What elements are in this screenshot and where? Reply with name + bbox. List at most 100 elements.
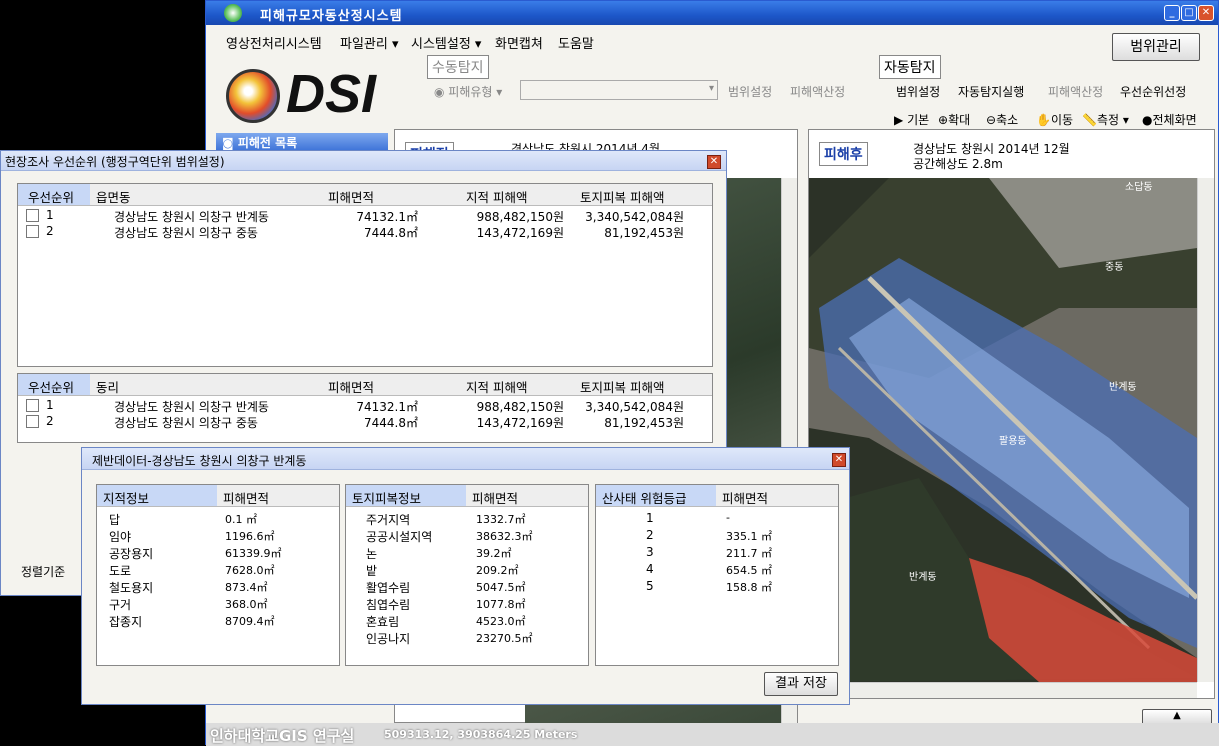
damage-type-dropdown[interactable]: ◉ 피해유형 ▾	[434, 83, 502, 100]
col-landcover-damage[interactable]: 토지피복 피해액	[580, 187, 664, 206]
list-item: 1-	[596, 511, 838, 528]
col-landcover-info[interactable]: 토지피복정보	[346, 485, 466, 506]
col-landslide-area[interactable]: 피해면적	[722, 488, 768, 507]
item-label: 구거	[109, 598, 132, 612]
col-priority[interactable]: 우선순위	[18, 184, 90, 205]
app-icon	[224, 4, 242, 22]
maximize-button[interactable]: □	[1181, 5, 1197, 21]
col-landslide-grade[interactable]: 산사태 위험등급	[596, 485, 716, 506]
org-label: 인하대학교GIS 연구실	[210, 727, 355, 745]
before-list-tab[interactable]: ◙ 피해전 목록	[216, 133, 388, 151]
col-landcover-area[interactable]: 피해면적	[472, 488, 518, 507]
general-dialog-close[interactable]: ✕	[832, 453, 846, 467]
map-label-bangye: 반계동	[1109, 382, 1137, 393]
row-landcover-damage: 3,340,542,084원	[585, 400, 684, 414]
priority-dialog-close[interactable]: ✕	[707, 155, 721, 169]
landslide-header: 산사태 위험등급 피해면적	[596, 485, 838, 507]
col-cadastral-damage[interactable]: 지적 피해액	[466, 187, 527, 206]
row-checkbox[interactable]	[26, 225, 39, 238]
row-landcover-damage: 81,192,453원	[604, 416, 684, 430]
list-item: 주거지역 1332.7㎡	[346, 511, 588, 528]
table-row[interactable]: 2 경상남도 창원시 의창구 중동 7444.8㎡ 143,472,169원 81,19…	[18, 414, 712, 430]
row-region: 경상남도 창원시 의창구 반계동	[114, 400, 269, 414]
title-bar: 피해규모자동산정시스템 _ □ ✕	[206, 1, 1218, 25]
menu-capture[interactable]: 화면캡쳐	[495, 33, 543, 52]
table-row[interactable]: 1 경상남도 창원시 의창구 반계동 74132.1㎡ 988,482,150원 3,3…	[18, 398, 712, 414]
manual-range-set[interactable]: 범위설정	[728, 83, 772, 100]
damage-type-select[interactable]: ▾	[520, 80, 718, 100]
tool-measure[interactable]: 📏측정 ▾	[1082, 111, 1129, 128]
list-item: 논 39.2㎡	[346, 545, 588, 562]
row-checkbox[interactable]	[26, 415, 39, 428]
row-landcover-damage: 81,192,453원	[604, 226, 684, 240]
tool-basic[interactable]: ▶ 기본	[894, 111, 929, 128]
row-cadastral-damage: 988,482,150원	[476, 400, 564, 414]
table1-header: 우선순위 읍면동 피해면적 지적 피해액 토지피복 피해액	[18, 184, 712, 206]
menu-file[interactable]: 파일관리 ▾	[340, 33, 399, 52]
list-item: 잡종지 8709.4㎡	[97, 613, 339, 630]
tool-pan[interactable]: ✋이동	[1036, 111, 1073, 128]
priority-table-2: 우선순위 동리 피해면적 지적 피해액 토지피복 피해액 1 경상남도 창원시 의…	[17, 373, 713, 443]
save-result-button[interactable]: 결과 저장	[764, 672, 838, 696]
table-row[interactable]: 2 경상남도 창원시 의창구 중동 7444.8㎡ 143,472,169원 81,19…	[18, 224, 712, 240]
table-row[interactable]: 1 경상남도 창원시 의창구 반계동 74132.1㎡ 988,482,150원 3,3…	[18, 208, 712, 224]
row-landcover-damage: 3,340,542,084원	[585, 210, 684, 224]
list-item: 철도용지 873.4㎡	[97, 579, 339, 596]
item-label: 5	[646, 579, 654, 593]
menu-settings[interactable]: 시스템설정 ▾	[411, 33, 481, 52]
row-region: 경상남도 창원시 의창구 중동	[114, 226, 258, 240]
priority-select[interactable]: 우선순위선정	[1120, 83, 1186, 100]
tool-zoom-out[interactable]: ⊖축소	[986, 111, 1018, 128]
range-manage-button[interactable]: 범위관리	[1112, 33, 1200, 61]
globe-small-icon: ●	[1142, 113, 1153, 127]
col-cadastral-info[interactable]: 지적정보	[97, 485, 217, 506]
map-label-bangye-2: 반계동	[909, 572, 937, 583]
item-label: 철도용지	[109, 581, 154, 595]
tool-fullscreen[interactable]: ●전체화면	[1142, 111, 1197, 128]
after-vscroll[interactable]	[1197, 178, 1214, 682]
coords-readout: 509313.12, 3903864.25 Meters	[384, 728, 578, 741]
list-item: 임야 1196.6㎡	[97, 528, 339, 545]
col-region[interactable]: 읍면동	[96, 187, 131, 206]
list-item: 침엽수림 1077.8㎡	[346, 596, 588, 613]
menu-preprocess[interactable]: 영상전처리시스템	[226, 33, 322, 52]
row-cadastral-damage: 143,472,169원	[476, 416, 564, 430]
priority-table-1: 우선순위 읍면동 피해면적 지적 피해액 토지피복 피해액 1 경상남도 창원시 …	[17, 183, 713, 367]
auto-run[interactable]: 자동탐지실행	[958, 83, 1024, 100]
item-value: 368.0㎡	[225, 598, 268, 611]
after-hscroll[interactable]	[809, 682, 1197, 698]
tool-zoom-in[interactable]: ⊕확대	[938, 111, 970, 128]
col-cadastral-damage-2[interactable]: 지적 피해액	[466, 377, 527, 396]
item-label: 도로	[109, 564, 132, 578]
item-value: 211.7 ㎡	[726, 547, 772, 560]
item-label: 4	[646, 562, 654, 576]
row-priority: 2	[46, 224, 54, 238]
item-value: 38632.3㎡	[476, 530, 533, 543]
item-label: 임야	[109, 530, 132, 544]
item-value: -	[726, 511, 730, 524]
auto-range-set[interactable]: 범위설정	[896, 83, 940, 100]
row-checkbox[interactable]	[26, 209, 39, 222]
item-label: 공공시설지역	[366, 530, 433, 544]
col-priority-2[interactable]: 우선순위	[18, 374, 90, 395]
app-title: 피해규모자동산정시스템	[260, 9, 403, 24]
manual-damage-calc[interactable]: 피해액산정	[790, 83, 845, 100]
auto-damage-calc[interactable]: 피해액산정	[1048, 83, 1103, 100]
col-village[interactable]: 동리	[96, 377, 119, 396]
col-landcover-damage-2[interactable]: 토지피복 피해액	[580, 377, 664, 396]
col-area[interactable]: 피해면적	[328, 187, 374, 206]
dsi-logo: DSI	[224, 64, 404, 124]
general-dialog-title-bar: 제반데이터-경상남도 창원시 의창구 반계동	[82, 448, 849, 470]
menu-help[interactable]: 도움말	[558, 33, 594, 52]
map-label-jung: 중동	[1105, 262, 1124, 273]
sort-label: 정렬기준	[21, 565, 66, 579]
list-item: 도로 7628.0㎡	[97, 562, 339, 579]
item-value: 654.5 ㎡	[726, 564, 772, 577]
close-button[interactable]: ✕	[1198, 5, 1214, 21]
col-cadastral-area[interactable]: 피해면적	[223, 488, 269, 507]
row-checkbox[interactable]	[26, 399, 39, 412]
globe-icon	[226, 69, 280, 123]
col-area-2[interactable]: 피해면적	[328, 377, 374, 396]
minimize-button[interactable]: _	[1164, 5, 1180, 21]
row-area: 7444.8㎡	[364, 226, 418, 240]
